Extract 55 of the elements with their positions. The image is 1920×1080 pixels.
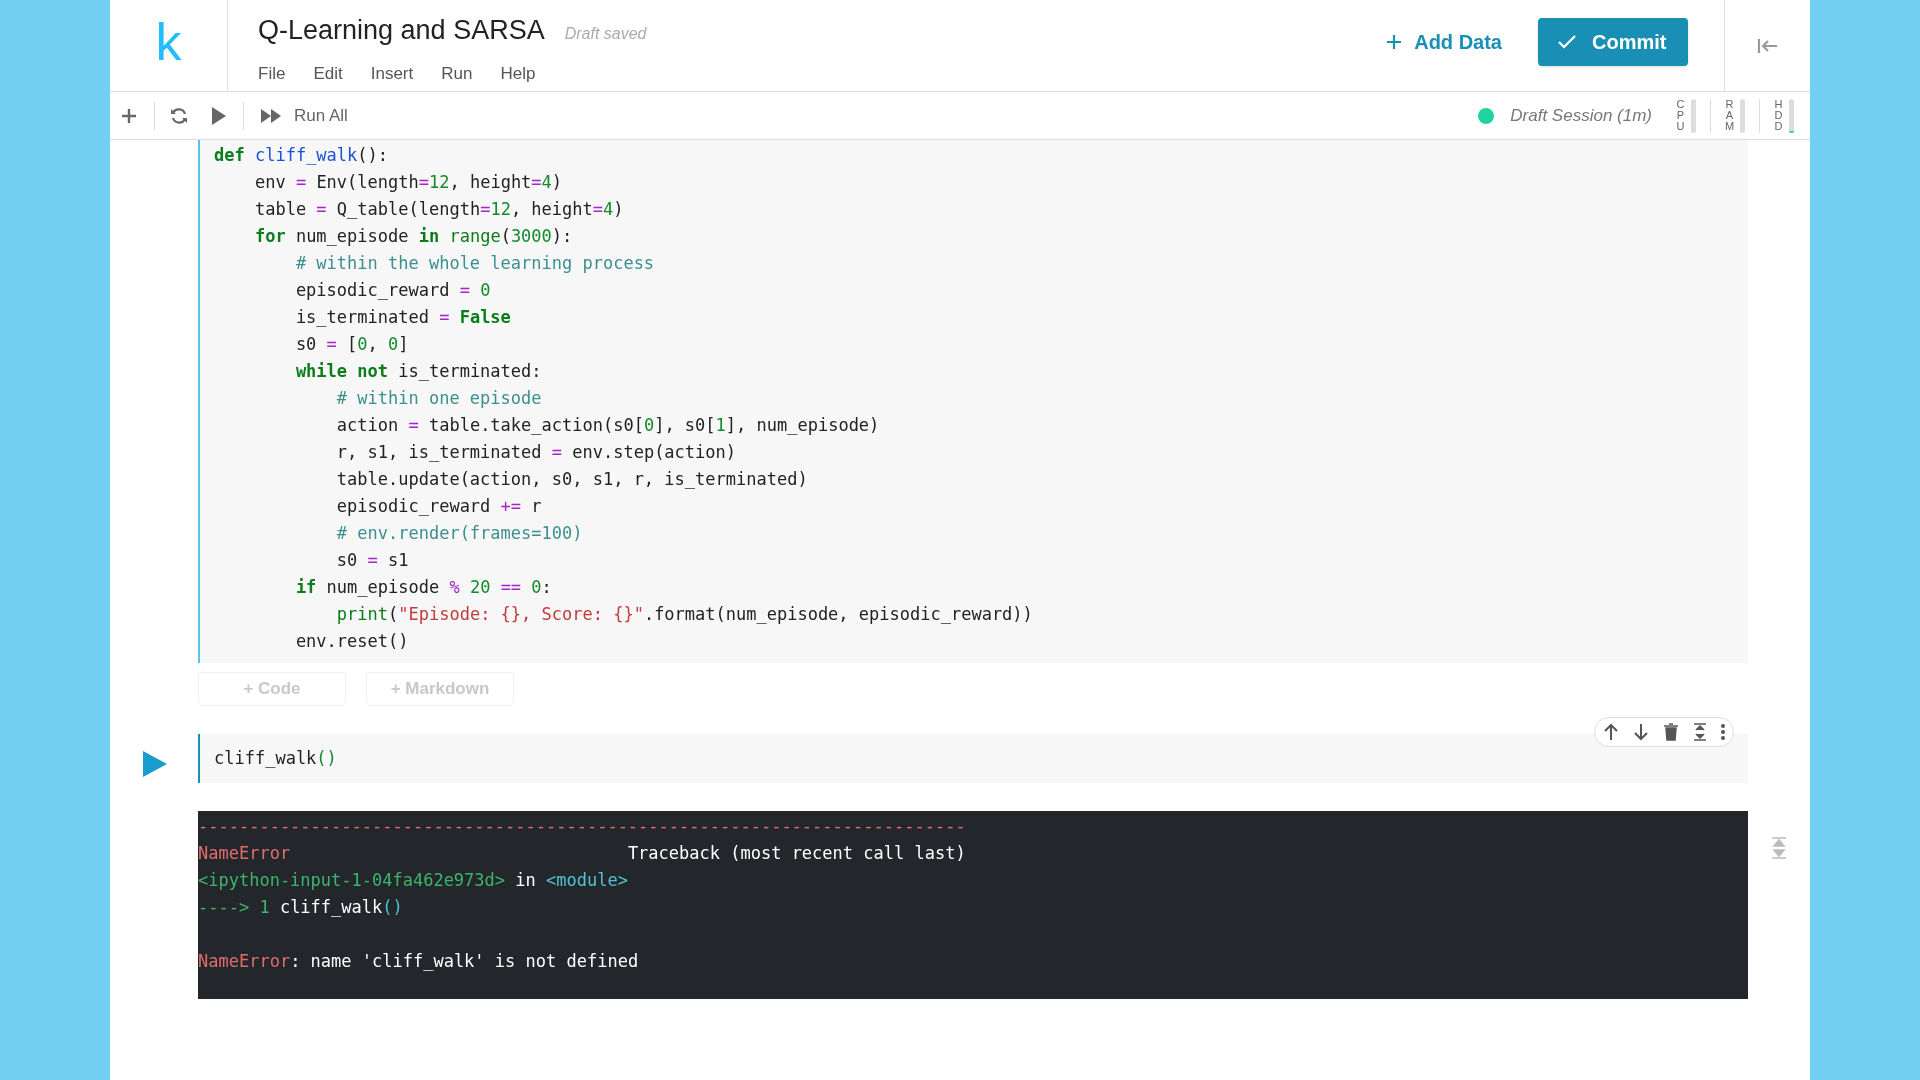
save-status: Draft saved (564, 24, 647, 44)
notebook-title[interactable]: Q-Learning and SARSA (258, 10, 545, 51)
plus-icon (1386, 33, 1403, 50)
session-status: Draft Session (1m) (1510, 104, 1652, 127)
menu-item[interactable]: File (258, 60, 286, 86)
code-line: def cliff_walk(): (214, 144, 389, 167)
code-line: s0 = s1 (335, 549, 409, 572)
commit-button[interactable]: Commit (1538, 17, 1688, 66)
menu-item[interactable]: Insert (370, 60, 414, 86)
code-line: print("Episode: {}, Score: {}".format(num_episode, episodic_reward)) (335, 603, 1033, 626)
move-down-icon[interactable] (1633, 723, 1649, 741)
code-line: env.reset() (294, 630, 409, 653)
code-line: table = Q_table(length=12, height=4) (253, 198, 624, 221)
fast-forward-icon (260, 107, 282, 124)
menu-item[interactable]: Run (441, 60, 473, 86)
run-cell-icon[interactable] (142, 750, 168, 778)
code-line: table.update(action, s0, s1, r, is_terminated) (335, 468, 808, 491)
meter-label: RAM (1725, 99, 1734, 132)
output-line: <ipython-input-1-04fa462e973d> in <module> (198, 869, 628, 892)
delete-icon[interactable] (1663, 723, 1679, 741)
output-line: NameError Traceback (most recent call last) (198, 842, 966, 865)
add-cell-icon[interactable] (120, 106, 138, 125)
refresh-icon[interactable] (169, 105, 189, 126)
code-line: r, s1, is_terminated = env.step(action) (335, 441, 736, 464)
code-line: if num_episode % 20 == 0: (294, 576, 552, 599)
run-all-button[interactable]: Run All (260, 102, 348, 129)
usage-meter (1789, 98, 1794, 133)
code-cell[interactable] (198, 140, 1748, 663)
output-line: NameError: name 'cliff_walk' is not defined (198, 950, 639, 973)
code-line: action = table.take_action(s0[0], s0[1], num_episode) (335, 414, 880, 437)
move-up-icon[interactable] (1603, 723, 1619, 741)
code-line: # within one episode (335, 387, 542, 410)
code-line: while not is_terminated: (294, 360, 542, 383)
output-line: ----> 1 cliff_walk() (198, 896, 403, 919)
menu-item[interactable]: Help (500, 60, 536, 86)
code-line: is_terminated = False (294, 306, 511, 329)
menu-item[interactable]: Edit (313, 60, 343, 86)
code-line: for num_episode in range(3000): (253, 225, 573, 248)
code-line: # within the whole learning process (294, 252, 655, 275)
meter-label: HDD (1774, 99, 1783, 132)
more-icon[interactable] (1721, 724, 1725, 740)
code-cell[interactable]: cliff_walk() (198, 734, 1748, 783)
code-line: # env.render(frames=100) (335, 522, 583, 545)
check-icon (1558, 34, 1576, 49)
code-line: s0 = [0, 0] (294, 333, 409, 356)
collapse-icon[interactable] (1756, 37, 1779, 54)
output-line: --------------------------------------------------------------------------- (198, 815, 966, 838)
code-line: episodic_reward += r (335, 495, 542, 518)
code-line: episodic_reward = 0 (294, 279, 491, 302)
meter-label: CPU (1676, 99, 1685, 132)
code-line: cliff_walk() (214, 747, 337, 770)
run-icon[interactable] (211, 105, 227, 126)
add-data-button[interactable]: Add Data (1386, 26, 1502, 57)
collapse-cell-icon[interactable] (1693, 723, 1707, 741)
code-line: env = Env(length=12, height=4) (253, 171, 563, 194)
